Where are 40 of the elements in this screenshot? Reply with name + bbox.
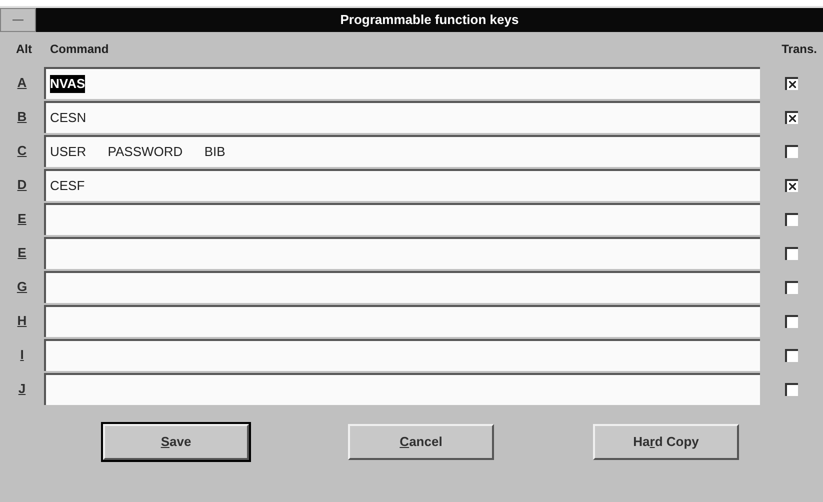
trans-checkbox[interactable]: [785, 382, 798, 396]
command-field[interactable]: USER PASSWORD BIB: [44, 135, 760, 167]
dialog-button[interactable]: Save: [103, 424, 249, 460]
command-field[interactable]: NVAS: [44, 67, 760, 99]
key-label: E: [16, 210, 28, 228]
key-label: E: [16, 244, 28, 262]
trans-checkbox[interactable]: [785, 76, 798, 90]
command-field[interactable]: [44, 271, 760, 303]
trans-checkbox[interactable]: [785, 110, 798, 124]
key-label: J: [17, 380, 27, 398]
dialog-button[interactable]: Hard Copy: [593, 424, 739, 460]
check-cross-icon: [789, 182, 796, 190]
check-cross-icon: [789, 114, 796, 122]
trans-checkbox[interactable]: [785, 178, 798, 192]
trans-header: Trans.: [782, 41, 817, 58]
key-label: A: [16, 74, 28, 92]
command-field[interactable]: [44, 305, 760, 337]
dialog-button[interactable]: Cancel: [348, 424, 494, 460]
window-title: Programmable function keys: [339, 11, 520, 29]
alt-header: Alt: [16, 41, 33, 58]
trans-checkbox[interactable]: [785, 314, 798, 328]
key-label: G: [16, 278, 28, 296]
key-label: D: [16, 176, 28, 194]
trans-checkbox[interactable]: [785, 212, 798, 226]
key-label: I: [19, 346, 25, 364]
command-field[interactable]: CESN: [44, 101, 760, 133]
trans-checkbox[interactable]: [785, 246, 798, 260]
command-field[interactable]: [44, 237, 760, 269]
key-label: B: [16, 108, 28, 126]
trans-checkbox[interactable]: [785, 280, 798, 294]
check-cross-icon: [789, 80, 796, 88]
trans-checkbox[interactable]: [785, 144, 798, 158]
command-field[interactable]: [44, 339, 760, 371]
trans-checkbox[interactable]: [785, 348, 798, 362]
command-field[interactable]: [44, 203, 760, 235]
key-label: C: [16, 142, 28, 160]
key-label: H: [16, 312, 28, 330]
command-header: Command: [50, 41, 110, 58]
command-field[interactable]: CESF: [44, 169, 760, 201]
command-field[interactable]: [44, 373, 760, 405]
